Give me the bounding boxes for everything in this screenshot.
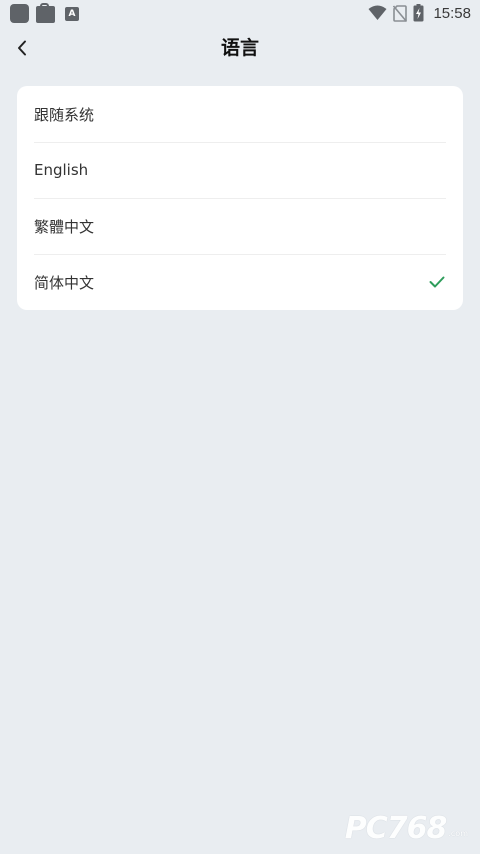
language-option-follow-system[interactable]: 跟随系统 [17, 86, 463, 142]
page-title: 语言 [220, 37, 259, 59]
notification-icons: A [10, 3, 79, 23]
watermark-text: PC768 [344, 811, 448, 846]
language-option-english[interactable]: English [17, 142, 463, 198]
language-option-label: 繁體中文 [34, 217, 95, 236]
app-icon [10, 4, 29, 23]
no-sim-icon [393, 4, 408, 22]
system-icons: 15:58 [368, 2, 471, 24]
language-option-label: 简体中文 [34, 273, 95, 292]
a-icon: A [65, 6, 79, 21]
wifi-icon [368, 5, 387, 20]
a-icon-letter: A [68, 8, 76, 19]
language-option-label: English [34, 161, 89, 179]
watermark-sub: .com [448, 829, 468, 838]
check-icon [428, 273, 446, 291]
battery-charging-icon [413, 4, 424, 22]
language-option-label: 跟随系统 [34, 105, 95, 124]
watermark-logo: PC768 .com [345, 811, 468, 846]
language-option-traditional-chinese[interactable]: 繁體中文 [17, 198, 463, 254]
header: 语言 [0, 26, 480, 70]
language-option-simplified-chinese[interactable]: 简体中文 [17, 254, 463, 310]
status-bar: A 15:58 [0, 0, 480, 26]
shopping-bag-icon [36, 3, 55, 23]
language-list: 跟随系统 English 繁體中文 简体中文 [17, 86, 463, 310]
status-time: 15:58 [433, 4, 471, 22]
